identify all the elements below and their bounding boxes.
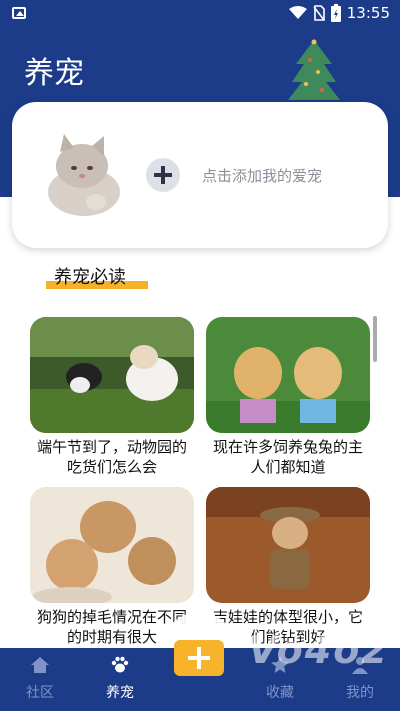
article-card[interactable]: 端午节到了，动物园的吃货们怎么会 [30, 317, 194, 477]
add-pet-prompt[interactable]: 点击添加我的爱宠 [202, 165, 322, 186]
section-title: 养宠必读 [54, 267, 126, 288]
article-thumbnail [206, 487, 370, 603]
battery-charging-icon [330, 4, 341, 22]
watermark: Vo4o2 [248, 628, 390, 672]
article-title[interactable]: 现在许多饲养兔兔的主人们都知道 [206, 437, 370, 477]
add-post-button[interactable] [174, 640, 224, 676]
article-card[interactable]: 吉娃娃的体型很小，它们能钻到好 [206, 487, 370, 647]
wifi-icon [288, 6, 307, 19]
article-thumbnail [30, 487, 194, 603]
article-card[interactable]: 狗狗的掉毛情况在不同的时期有很大 [30, 487, 194, 647]
page-title: 养宠 [24, 56, 84, 91]
paw-icon [111, 656, 129, 673]
status-time: 13:55 [346, 4, 390, 22]
tab-label: 收藏 [266, 685, 294, 701]
no-sim-icon [313, 5, 325, 21]
image-notification-icon [12, 7, 26, 19]
tab-label: 养宠 [106, 685, 134, 701]
article-thumbnail [206, 317, 370, 433]
article-thumbnail [30, 317, 194, 433]
cat-avatar [48, 134, 120, 216]
tab-community[interactable]: 社区 [0, 656, 80, 702]
home-icon [31, 657, 49, 673]
status-bar: 13:55 [0, 0, 400, 28]
tab-label: 我的 [346, 685, 374, 701]
tab-pets[interactable]: 养宠 [80, 656, 160, 702]
christmas-tree-icon [288, 39, 340, 100]
article-card[interactable]: 现在许多饲养兔兔的主人们都知道 [206, 317, 370, 477]
add-pet-button[interactable] [146, 158, 180, 192]
article-title[interactable]: 端午节到了，动物园的吃货们怎么会 [30, 437, 194, 477]
scrollbar[interactable] [373, 316, 377, 362]
add-pet-card[interactable]: 点击添加我的爱宠 [12, 102, 388, 248]
tab-label: 社区 [26, 685, 54, 701]
